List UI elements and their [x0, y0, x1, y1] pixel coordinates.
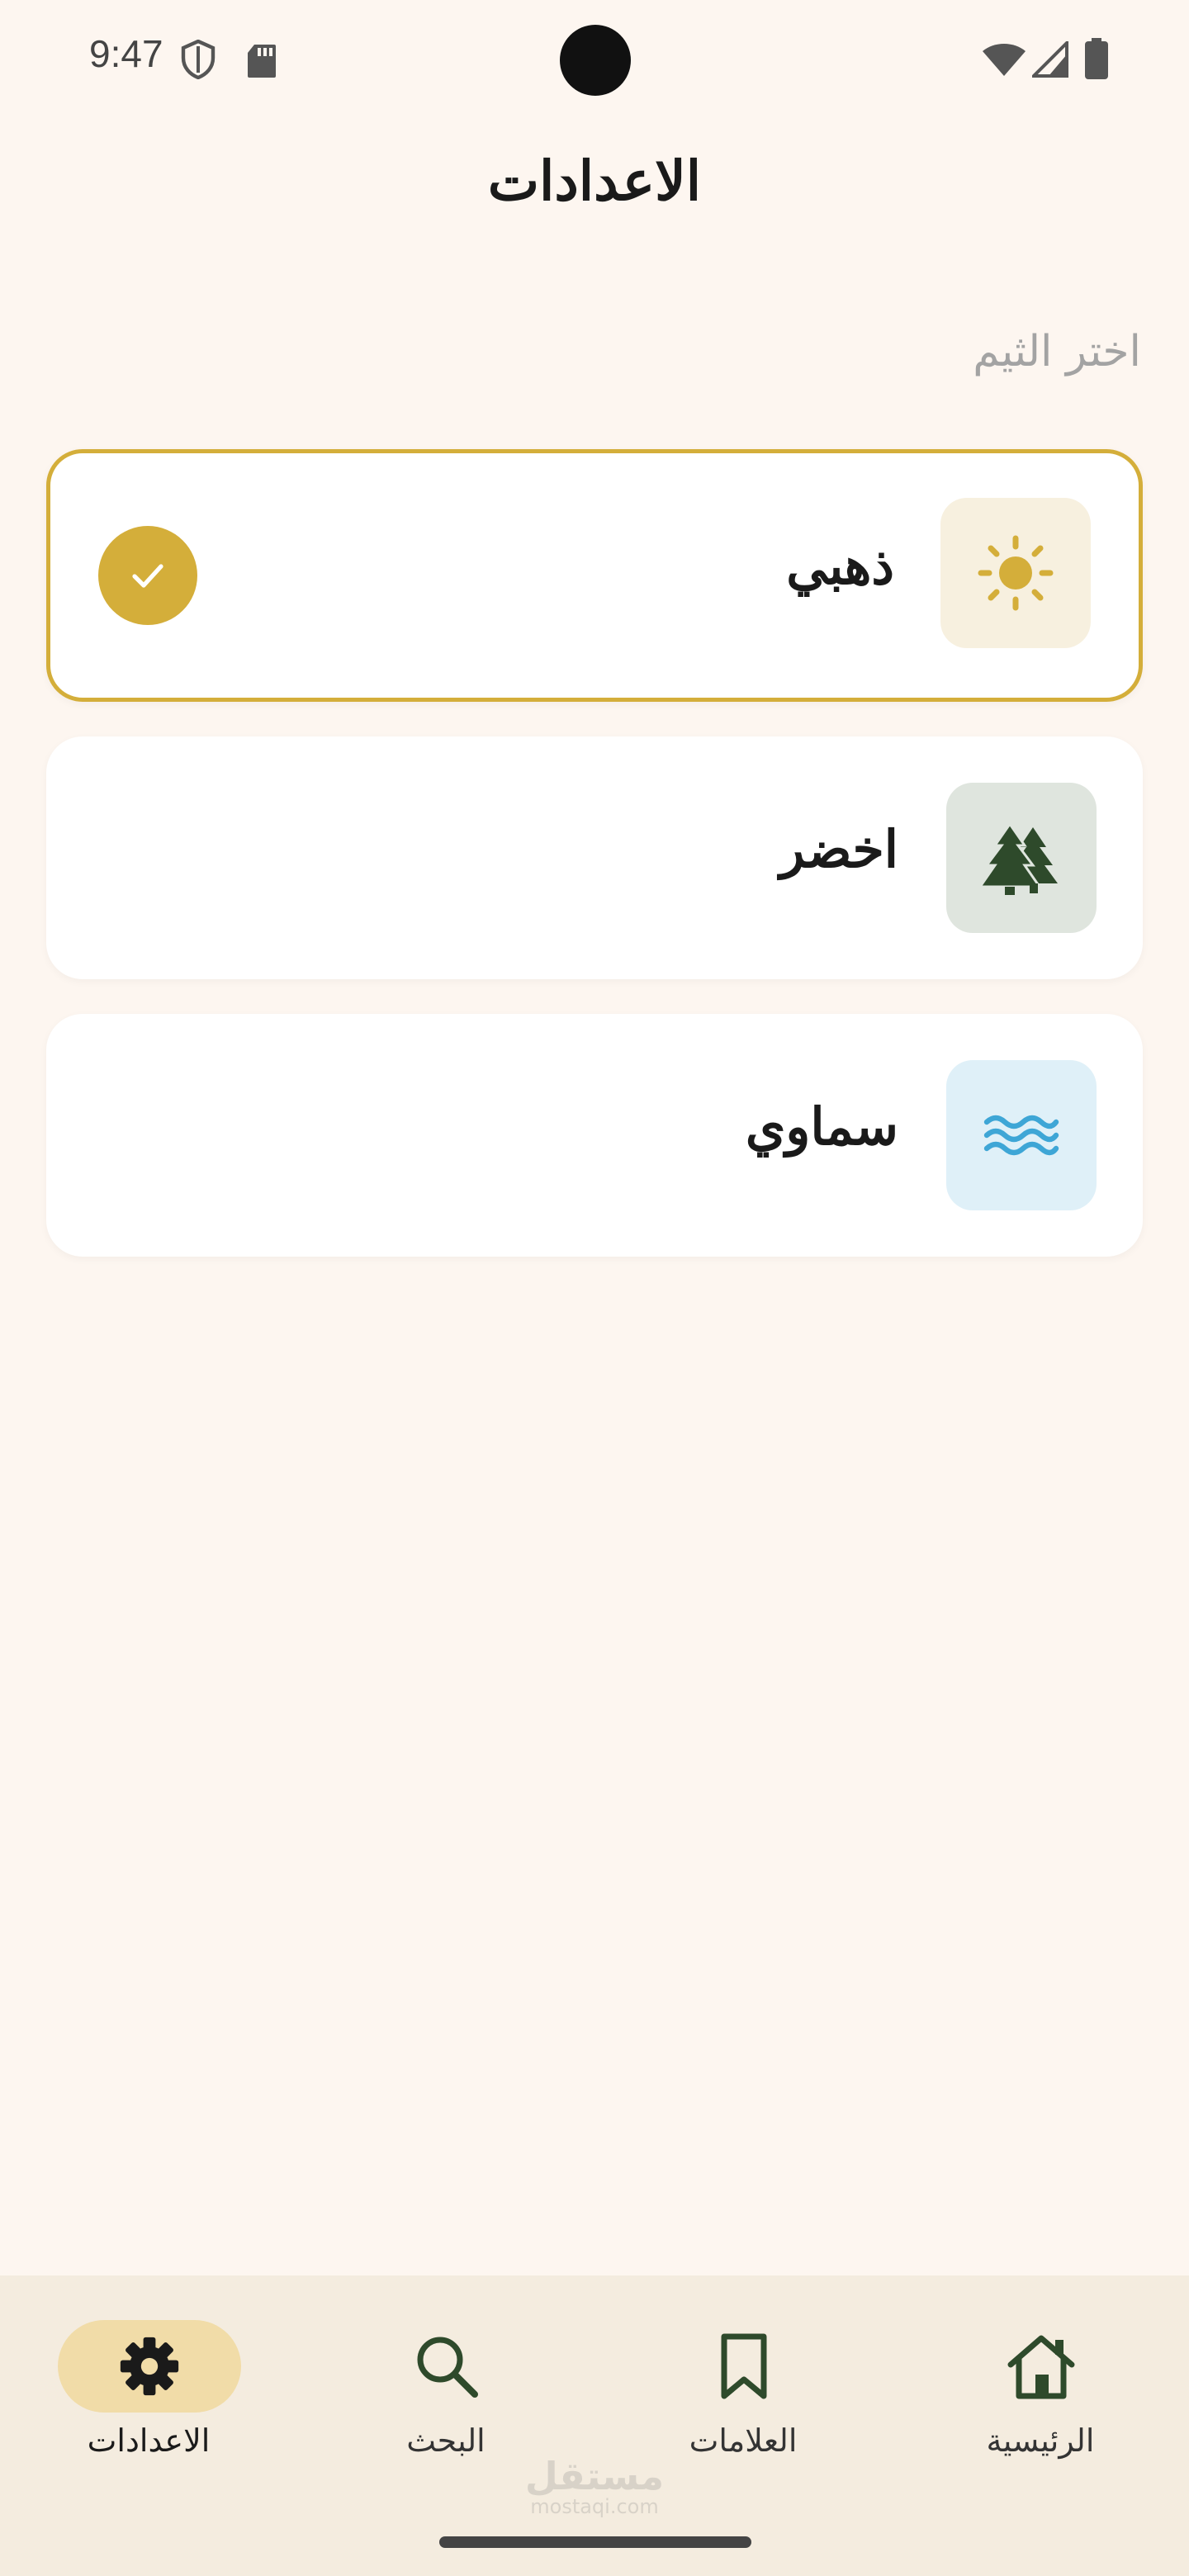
watermark-name: مستقل: [524, 2454, 665, 2498]
search-icon: [417, 2337, 478, 2398]
theme-name: اخضر: [779, 819, 898, 879]
camera-cutout: [560, 25, 631, 96]
status-time: 9:47: [89, 32, 163, 75]
theme-card-green[interactable]: اخضر: [46, 736, 1143, 979]
shield-icon: [181, 40, 216, 79]
nav-item-settings[interactable]: الاعدادات: [25, 2320, 272, 2493]
waves-icon: [983, 1115, 1059, 1156]
sd-card-icon: [248, 45, 276, 78]
bottom-nav: الرئيسية العلامات البحث الاعدادات: [0, 2275, 1189, 2576]
bookmark-icon: [721, 2333, 767, 2399]
theme-card-gold[interactable]: ذهبي: [46, 449, 1143, 702]
nav-pill: [58, 2320, 241, 2413]
signal-icon: [1032, 41, 1068, 78]
watermark-logo: مستقل mostaqi.com: [512, 2457, 677, 2519]
wifi-icon: [983, 44, 1026, 76]
nav-pill: [652, 2320, 836, 2413]
watermark-site: mostaqi.com: [530, 2495, 659, 2518]
battery-icon: [1085, 38, 1108, 79]
selected-check-icon: [98, 526, 197, 625]
home-icon: [1007, 2335, 1075, 2399]
nav-pill: [950, 2320, 1133, 2413]
theme-name: سماوي: [745, 1096, 898, 1157]
theme-name: ذهبي: [786, 536, 894, 596]
trees-icon: [980, 822, 1058, 895]
theme-icon-box: [946, 783, 1097, 933]
nav-label: الرئيسية: [986, 2422, 1095, 2459]
sun-icon: [978, 535, 1054, 611]
nav-pill: [355, 2320, 538, 2413]
nav-label: الاعدادات: [87, 2422, 211, 2459]
status-bar: 9:47: [0, 0, 1189, 116]
page-title: الاعدادات: [487, 149, 702, 213]
section-label: اختر الثيم: [973, 327, 1141, 376]
home-indicator[interactable]: [439, 2536, 751, 2548]
theme-card-sky[interactable]: سماوي: [46, 1014, 1143, 1257]
theme-icon-box: [946, 1060, 1097, 1210]
nav-item-home[interactable]: الرئيسية: [917, 2320, 1164, 2493]
gear-icon: [120, 2337, 179, 2396]
theme-icon-box: [940, 498, 1091, 648]
